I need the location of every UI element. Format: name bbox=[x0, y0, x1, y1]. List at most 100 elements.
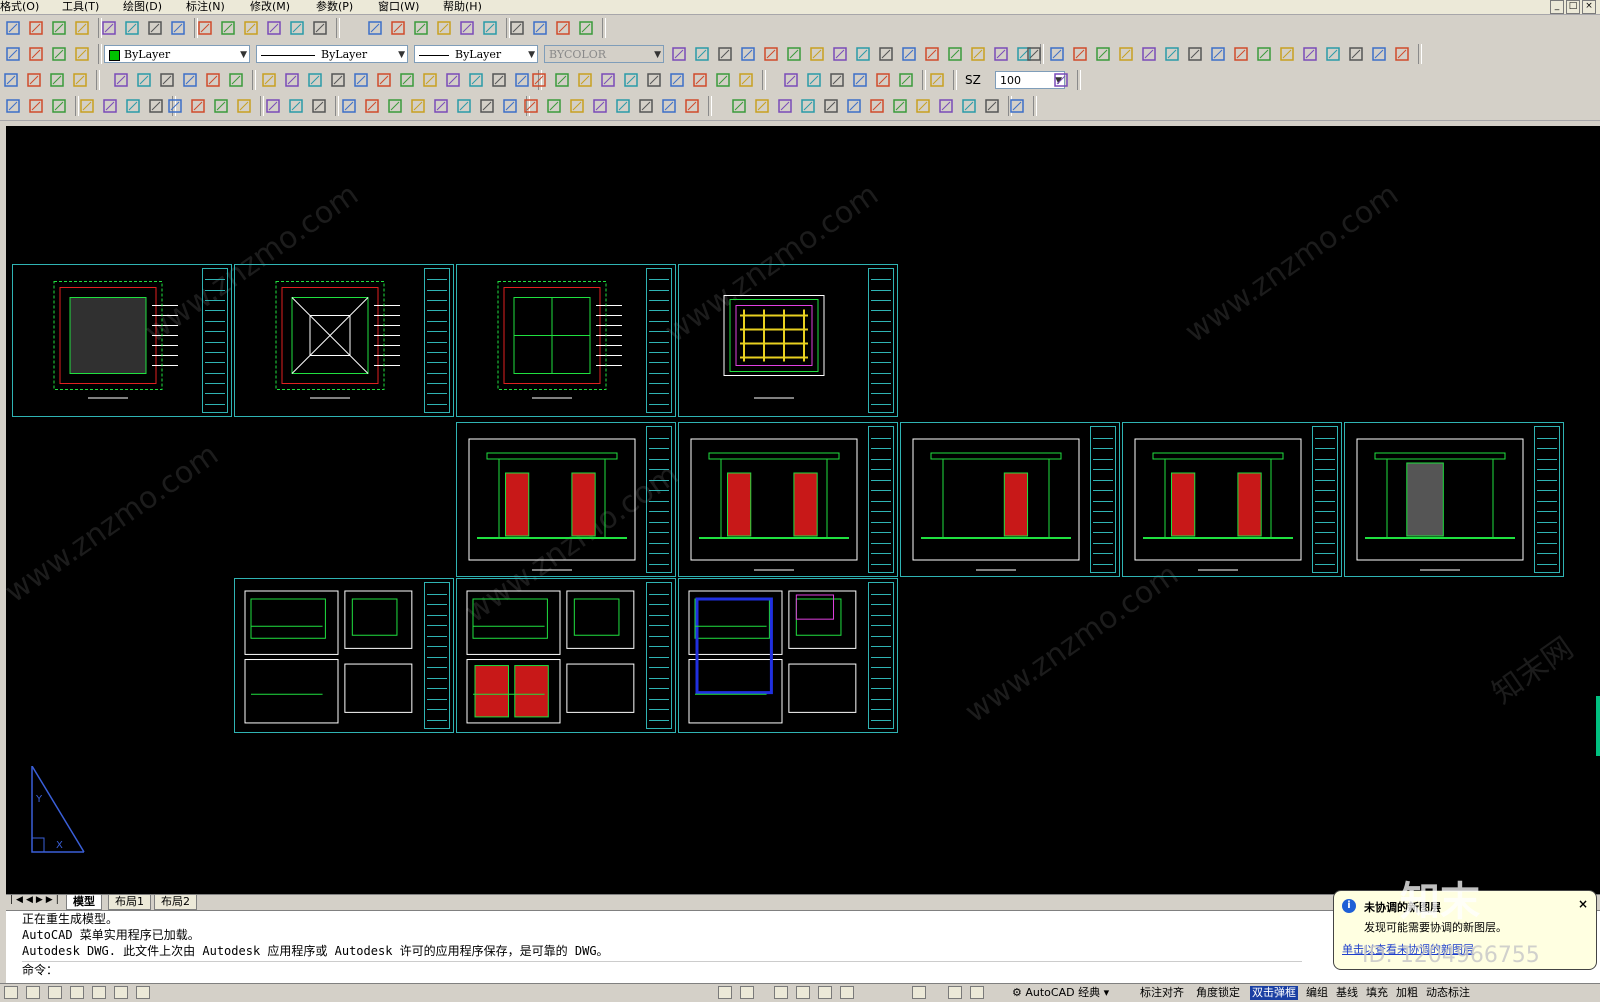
linetype-control[interactable]: ByLayer ▼ bbox=[256, 45, 408, 63]
toolbar-button-icon[interactable] bbox=[288, 19, 306, 37]
toolbar-button-icon[interactable] bbox=[868, 97, 886, 115]
toolbar-button-icon[interactable] bbox=[112, 71, 130, 89]
status-toggle-icon[interactable] bbox=[114, 986, 128, 999]
toolbar-button-icon[interactable] bbox=[1117, 45, 1135, 63]
toolbar-button-icon[interactable] bbox=[776, 97, 794, 115]
toolbar-button-icon[interactable] bbox=[554, 19, 572, 37]
status-dblclick-popup[interactable]: 双击弹框 bbox=[1250, 986, 1298, 1000]
toolbar-button-icon[interactable] bbox=[458, 19, 476, 37]
tab-layout1[interactable]: 布局1 bbox=[108, 895, 151, 910]
toolbar-button-icon[interactable] bbox=[599, 71, 617, 89]
status-group[interactable]: 编组 bbox=[1306, 986, 1328, 1000]
toolbar-button-icon[interactable] bbox=[782, 71, 800, 89]
status-toggle-icon[interactable] bbox=[136, 986, 150, 999]
toolbar-button-icon[interactable] bbox=[737, 71, 755, 89]
toolbar-button-icon[interactable] bbox=[27, 19, 45, 37]
toolbar-button-icon[interactable] bbox=[48, 71, 66, 89]
toolbar-button-icon[interactable] bbox=[522, 97, 540, 115]
toolbar-button-icon[interactable] bbox=[1071, 45, 1089, 63]
scroll-indicator[interactable] bbox=[1596, 696, 1600, 756]
toolbar-button-icon[interactable] bbox=[412, 19, 430, 37]
toolbar-button-icon[interactable] bbox=[283, 71, 301, 89]
toolbar-button-icon[interactable] bbox=[693, 45, 711, 63]
toolbar-button-icon[interactable] bbox=[435, 19, 453, 37]
toolbar-button-icon[interactable] bbox=[50, 45, 68, 63]
toolbar-button-icon[interactable] bbox=[960, 97, 978, 115]
toolbar-button-icon[interactable] bbox=[501, 97, 519, 115]
toolbar-button-icon[interactable] bbox=[409, 97, 427, 115]
toolbar-button-icon[interactable] bbox=[4, 97, 22, 115]
toolbar-button-icon[interactable] bbox=[50, 97, 68, 115]
toolbar-button-icon[interactable] bbox=[530, 71, 548, 89]
toolbar-button-icon[interactable] bbox=[363, 97, 381, 115]
toolbar-button-icon[interactable] bbox=[531, 19, 549, 37]
status-toggle-icon[interactable] bbox=[26, 986, 40, 999]
toolbar-button-icon[interactable] bbox=[799, 97, 817, 115]
toolbar-button-icon[interactable] bbox=[490, 71, 508, 89]
status-toggle-icon[interactable] bbox=[48, 986, 62, 999]
toolbar-button-icon[interactable] bbox=[851, 71, 869, 89]
toolbar-button-icon[interactable] bbox=[181, 71, 199, 89]
close-button[interactable]: × bbox=[1582, 0, 1596, 14]
toolbar-button-icon[interactable] bbox=[227, 71, 245, 89]
toolbar-button-icon[interactable] bbox=[822, 97, 840, 115]
toolbar-button-icon[interactable] bbox=[264, 97, 282, 115]
toolbar-button-icon[interactable] bbox=[212, 97, 230, 115]
status-toggle-icon[interactable] bbox=[92, 986, 106, 999]
status-toggle-icon[interactable] bbox=[718, 986, 732, 999]
toolbar-button-icon[interactable] bbox=[311, 19, 329, 37]
toolbar-button-icon[interactable] bbox=[992, 45, 1010, 63]
toolbar-button-icon[interactable] bbox=[135, 71, 153, 89]
toolbar-button-icon[interactable] bbox=[568, 97, 586, 115]
toolbar-button-icon[interactable] bbox=[421, 71, 439, 89]
toolbar-button-icon[interactable] bbox=[375, 71, 393, 89]
toolbar-button-icon[interactable] bbox=[4, 45, 22, 63]
menu-help[interactable]: 帮助(H) bbox=[443, 0, 482, 14]
toolbar-button-icon[interactable] bbox=[1278, 45, 1296, 63]
toolbar-button-icon[interactable] bbox=[71, 71, 89, 89]
toolbar-button-icon[interactable] bbox=[900, 45, 918, 63]
toolbar-button-icon[interactable] bbox=[166, 97, 184, 115]
toolbar-button-icon[interactable] bbox=[576, 71, 594, 89]
toolbar-button-icon[interactable] bbox=[1186, 45, 1204, 63]
toolbar-button-icon[interactable] bbox=[891, 97, 909, 115]
toolbar-button-icon[interactable] bbox=[1008, 97, 1026, 115]
toolbar-button-icon[interactable] bbox=[386, 97, 404, 115]
toolbar-button-icon[interactable] bbox=[805, 71, 823, 89]
toolbar-button-icon[interactable] bbox=[73, 19, 91, 37]
toolbar-button-icon[interactable] bbox=[124, 97, 142, 115]
toolbar-button-icon[interactable] bbox=[716, 45, 734, 63]
minimize-button[interactable]: _ bbox=[1550, 0, 1564, 14]
toolbar-button-icon[interactable] bbox=[714, 71, 732, 89]
toolbar-button-icon[interactable] bbox=[1048, 45, 1066, 63]
status-toggle-icon[interactable] bbox=[912, 986, 926, 999]
toolbar-button-icon[interactable] bbox=[946, 45, 964, 63]
status-toggle-icon[interactable] bbox=[840, 986, 854, 999]
close-icon[interactable]: × bbox=[1578, 897, 1588, 911]
toolbar-button-icon[interactable] bbox=[854, 45, 872, 63]
toolbar-button-icon[interactable] bbox=[169, 19, 187, 37]
menu-window[interactable]: 窗口(W) bbox=[378, 0, 419, 14]
status-toggle-icon[interactable] bbox=[70, 986, 84, 999]
toolbar-button-icon[interactable] bbox=[123, 19, 141, 37]
toolbar-button-icon[interactable] bbox=[831, 45, 849, 63]
toolbar-button-icon[interactable] bbox=[340, 97, 358, 115]
toolbar-button-icon[interactable] bbox=[329, 71, 347, 89]
menu-parameters[interactable]: 参数(P) bbox=[316, 0, 353, 14]
restore-button[interactable]: □ bbox=[1566, 0, 1580, 14]
drawing-sheet[interactable] bbox=[1344, 422, 1564, 577]
toolbar-button-icon[interactable] bbox=[432, 97, 450, 115]
toolbar-button-icon[interactable] bbox=[828, 71, 846, 89]
toolbar-button-icon[interactable] bbox=[928, 71, 946, 89]
status-toggle-icon[interactable] bbox=[948, 986, 962, 999]
status-toggle-icon[interactable] bbox=[970, 986, 984, 999]
toolbar-button-icon[interactable] bbox=[1255, 45, 1273, 63]
drawing-sheet[interactable] bbox=[234, 578, 454, 733]
menu-draw[interactable]: 绘图(D) bbox=[123, 0, 162, 14]
drawing-sheet[interactable] bbox=[678, 578, 898, 733]
status-fill[interactable]: 填充 bbox=[1366, 986, 1388, 1000]
toolbar-button-icon[interactable] bbox=[287, 97, 305, 115]
toolbar-button-icon[interactable] bbox=[914, 97, 932, 115]
toolbar-button-icon[interactable] bbox=[147, 97, 165, 115]
drawing-sheet[interactable] bbox=[456, 422, 676, 577]
